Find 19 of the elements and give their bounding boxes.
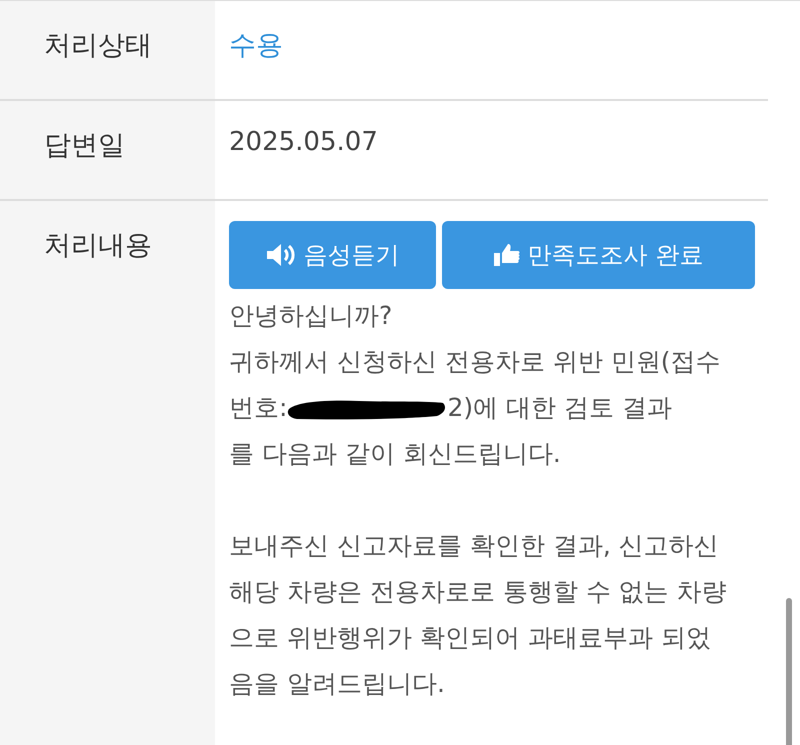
- scrollbar[interactable]: [786, 598, 792, 745]
- reply-text-line: 안녕하십니까?: [229, 300, 394, 332]
- reply-text-line: 번호:: [229, 392, 288, 424]
- row-label: 답변일: [0, 101, 215, 199]
- reply-text-line: 2)에 대한 검토 결과: [447, 392, 672, 424]
- reply-text-line: 음을 알려드립니다.: [229, 668, 446, 700]
- reply-text-line: 를 다음과 같이 회신드립니다.: [229, 438, 562, 470]
- survey-button[interactable]: 만족도조사 완료: [442, 221, 755, 289]
- thumbs-up-icon: [494, 243, 520, 267]
- row-label: 처리상태: [0, 1, 215, 99]
- row-label: 처리내용: [0, 201, 215, 745]
- reply-text-line: 보내주신 신고자료를 확인한 결과, 신고하신: [229, 530, 720, 562]
- listen-button[interactable]: 음성듣기: [229, 221, 436, 289]
- reply-text-line: 으로 위반행위가 확인되어 과태료부과 되었: [229, 622, 712, 654]
- status-value: 수용: [229, 30, 283, 61]
- answer-date: 2025.05.07: [229, 127, 378, 157]
- reply-text-line: 해당 차량은 전용차로로 통행할 수 없는 차량: [229, 576, 728, 608]
- reply-text-line: 귀하께서 신청하신 전용차로 위반 민원(접수: [229, 346, 722, 378]
- speaker-icon: [266, 243, 296, 267]
